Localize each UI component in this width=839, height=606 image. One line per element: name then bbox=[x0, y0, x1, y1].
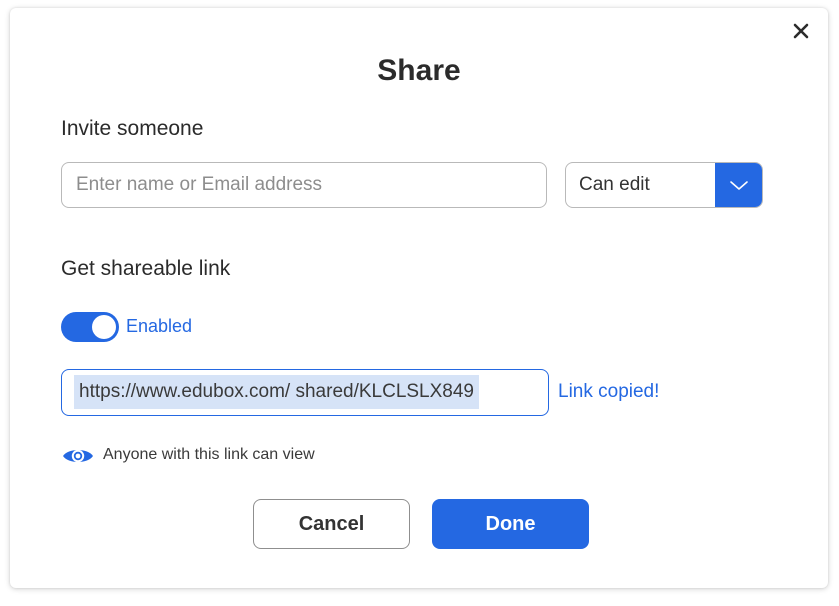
link-enabled-toggle[interactable] bbox=[61, 312, 119, 342]
toggle-knob bbox=[92, 315, 116, 339]
close-button[interactable] bbox=[790, 20, 812, 42]
share-link-url: https://www.edubox.com/ shared/KLCLSLX84… bbox=[74, 375, 480, 409]
invite-input[interactable] bbox=[61, 162, 547, 208]
invite-section-label: Invite someone bbox=[61, 117, 204, 140]
close-icon bbox=[793, 23, 809, 39]
toggle-label: Enabled bbox=[126, 316, 193, 336]
link-copied-status: Link copied! bbox=[558, 381, 660, 402]
done-button[interactable]: Done bbox=[432, 499, 589, 549]
permission-dropdown-button[interactable] bbox=[715, 163, 762, 207]
visibility-note: Anyone with this link can view bbox=[103, 446, 315, 463]
permission-selected-value: Can edit bbox=[579, 174, 650, 195]
chevron-down-icon bbox=[729, 181, 748, 190]
permission-select[interactable]: Can edit bbox=[565, 162, 763, 208]
share-link-field[interactable]: https://www.edubox.com/ shared/KLCLSLX84… bbox=[61, 369, 549, 416]
dialog-title: Share bbox=[377, 54, 461, 87]
cancel-button[interactable]: Cancel bbox=[253, 499, 410, 549]
shareable-link-section-label: Get shareable link bbox=[61, 257, 231, 280]
eye-icon bbox=[63, 449, 93, 463]
share-dialog: Share Invite someone Can edit Get sharea… bbox=[10, 8, 828, 588]
